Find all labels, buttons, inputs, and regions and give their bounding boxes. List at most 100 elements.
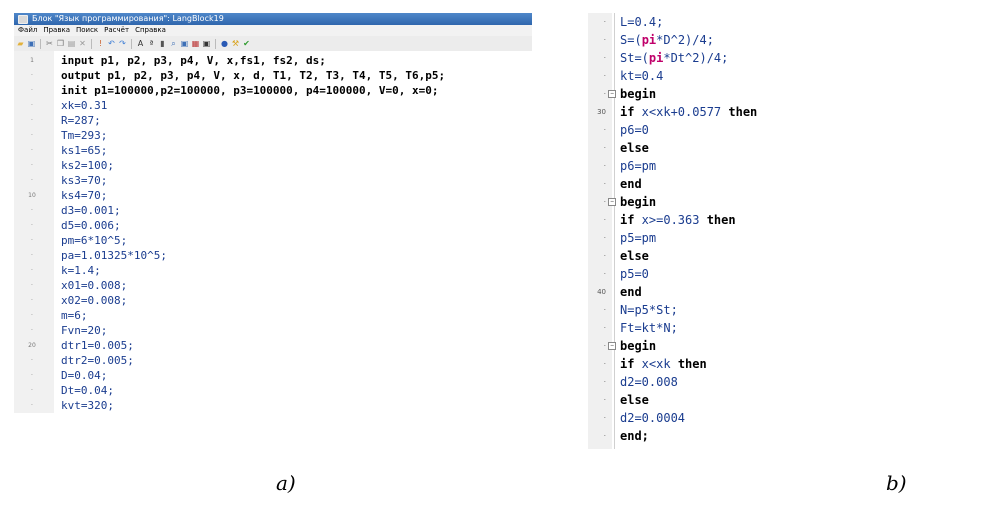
line-number: · [603,36,606,44]
fold-toggle-icon[interactable]: − [608,198,616,206]
code-text: L=0.4; [620,15,664,29]
editor-window: Блок "Язык программирования": LangBlock1… [14,13,532,413]
code-text: end [620,177,642,191]
code-text: else [620,249,649,263]
code-text: xk=0.31 [61,99,108,112]
code-line: · d2=0.008 [588,373,764,391]
undo-icon[interactable]: ↶ [107,39,116,48]
code-text: end [620,285,642,299]
line-number: · [31,327,33,334]
toolbar: ▰ ▣ ✂ ❐ ▤ ✕! ↶ ↷ Αª ▮ ⌕ ▣ ▦ ▣ ● ⚒ ✔ [14,36,532,52]
code-text: S=(pi*D^2)/4; [620,33,714,47]
help-icon[interactable]: ● [220,39,229,48]
code-line: · St=(pi*Dt^2)/4; [588,49,764,67]
line-number: · [603,234,606,242]
line-number: · [31,222,33,229]
code-text: St=(pi*Dt^2)/4; [620,51,729,65]
replace-icon[interactable]: ª [147,39,156,48]
code-line: 40 end [588,283,764,301]
window-title: Блок "Язык программирования": LangBlock1… [32,14,224,23]
view-icon[interactable]: ▣ [180,39,189,48]
line-number: · [603,432,606,440]
line-number: 20 [28,342,36,349]
copy-icon[interactable]: ❐ [56,39,65,48]
code-text: ks3=70; [61,174,108,187]
menu-item[interactable]: Справка [135,25,166,36]
code-line: 20 dtr1=0.005; [14,338,532,353]
code-line: · N=p5*St; [588,301,764,319]
caption-b: b) [886,471,907,495]
code-line: · p6=pm [588,157,764,175]
compile-icon[interactable]: ▮ [158,39,167,48]
code-line: · output p1, p2, p3, p4, V, x, d, T1, T2,… [14,68,532,83]
code-line: · d3=0.001; [14,203,532,218]
code-line: · R=287; [14,113,532,128]
line-number: 10 [28,192,36,199]
code-text: begin [620,87,657,101]
code-text: kvt=320; [61,399,114,412]
code-line: · init p1=100000,p2=100000, p3=100000, p4… [14,83,532,98]
line-number: · [31,177,33,184]
code-text: D=0.04; [61,369,108,382]
code-line: · xk=0.31 [14,98,532,113]
code-text: if x<xk+0.0577 then [620,105,758,119]
code-line: · kt=0.4 [588,67,764,85]
app-icon [18,14,28,24]
code-line: · ks1=65; [14,143,532,158]
line-number: · [603,144,606,152]
code-line: · if x<xk then [588,355,764,373]
line-number: · [603,198,606,206]
redo-icon[interactable]: ↷ [118,39,127,48]
code-text: p5=0 [620,267,649,281]
line-number: · [31,102,33,109]
line-number: 30 [597,108,606,116]
run-icon[interactable]: ! [96,39,105,48]
fold-toggle-icon[interactable]: − [608,90,616,98]
search-icon[interactable]: ⌕ [169,39,178,48]
code-line: · d2=0.0004 [588,409,764,427]
code-line: · p5=pm [588,229,764,247]
code-line: · S=(pi*D^2)/4; [588,31,764,49]
cut-icon[interactable]: ✂ [45,39,54,48]
code-line: · p5=0 [588,265,764,283]
line-number: · [603,180,606,188]
save-icon[interactable]: ▣ [27,39,36,48]
code-line: · dtr2=0.005; [14,353,532,368]
window-icon[interactable]: ▣ [202,39,211,48]
code-line: · ks2=100; [14,158,532,173]
tool-icon[interactable]: ⚒ [231,39,240,48]
line-number: · [603,324,606,332]
code-text: ks4=70; [61,189,108,202]
code-text: else [620,141,649,155]
code-line: · − begin [588,85,764,103]
code-text: pa=1.01325*10^5; [61,249,167,262]
open-icon[interactable]: ▰ [16,39,25,48]
line-number: · [31,207,33,214]
code-fragment-editor[interactable]: · L=0.4; · S=(pi*D^2)/4; · St=(pi*Dt^2)/4; · kt… [588,13,764,449]
caption-a: a) [276,471,296,495]
find-icon[interactable]: Α [136,39,145,48]
line-number: 40 [597,288,606,296]
code-line: · else [588,391,764,409]
line-number: · [31,252,33,259]
code-text: pm=6*10^5; [61,234,128,247]
line-number: · [603,414,606,422]
menu-item[interactable]: Расчёт [104,25,129,36]
code-editor[interactable]: 1 input p1, p2, p3, p4, V, x,fs1, fs2, ds… [14,51,532,413]
grid-icon[interactable]: ▦ [191,39,200,48]
delete-icon[interactable]: ✕ [78,39,87,48]
check-icon[interactable]: ✔ [242,39,251,48]
line-number: · [603,54,606,62]
code-text: input p1, p2, p3, p4, V, x,fs1, fs2, ds; [61,54,326,67]
code-text: m=6; [61,309,88,322]
line-number: · [603,252,606,260]
menu-item[interactable]: Файл [18,25,37,36]
paste-icon[interactable]: ▤ [67,39,76,48]
menu-item[interactable]: Поиск [76,25,98,36]
code-line: · kvt=320; [14,398,532,413]
line-number: · [31,87,33,94]
fold-toggle-icon[interactable]: − [608,342,616,350]
code-text: d2=0.0004 [620,411,686,425]
menu-item[interactable]: Правка [43,25,70,36]
code-line: · ks3=70; [14,173,532,188]
